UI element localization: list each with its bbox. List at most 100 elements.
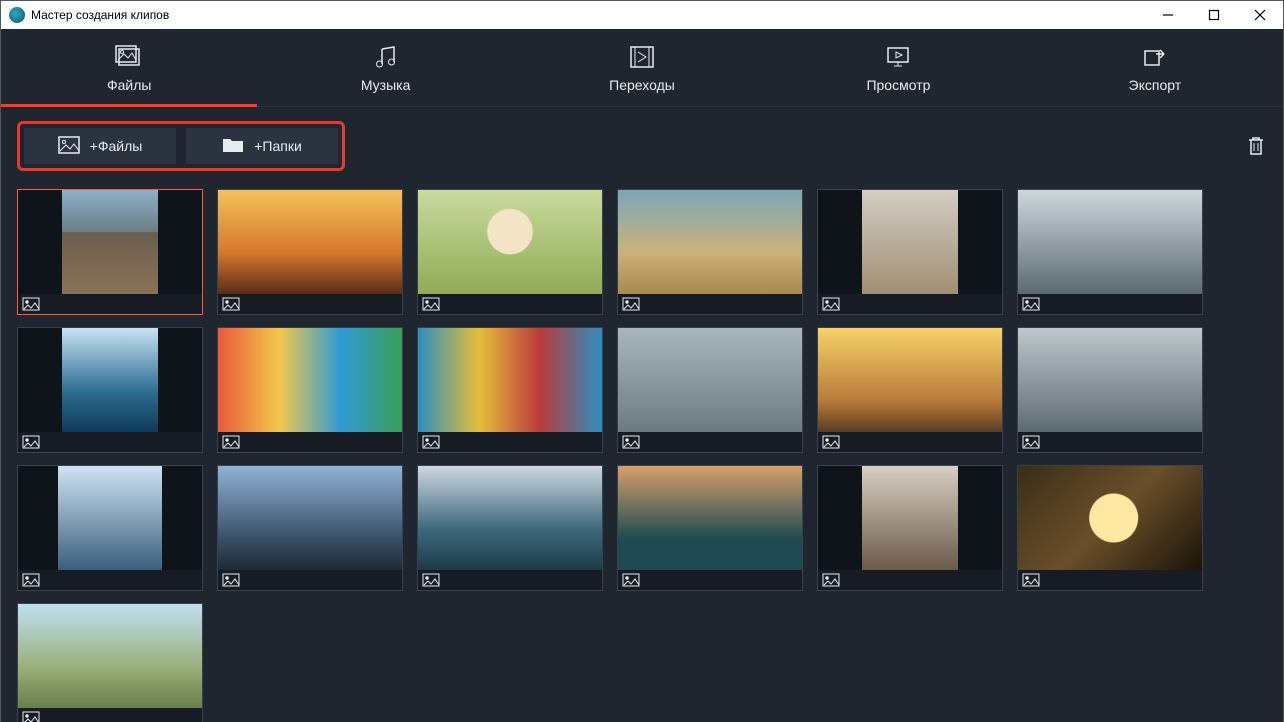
- thumbnail-footer: [618, 294, 802, 314]
- thumbnail[interactable]: [17, 603, 203, 722]
- thumbnail-image: [818, 328, 1002, 432]
- thumbnail-image: [218, 190, 402, 294]
- thumbnail[interactable]: [617, 189, 803, 315]
- app-window: Мастер создания клипов Файлы Му: [0, 0, 1284, 722]
- thumbnail[interactable]: [17, 465, 203, 591]
- folder-icon: [222, 136, 244, 157]
- thumbnail[interactable]: [417, 327, 603, 453]
- thumbnail[interactable]: [817, 465, 1003, 591]
- thumbnail-image: [1018, 466, 1202, 570]
- thumbnail-footer: [18, 294, 202, 314]
- image-type-icon: [222, 573, 240, 587]
- thumbnail[interactable]: [817, 327, 1003, 453]
- tab-label: Переходы: [609, 77, 675, 93]
- music-icon: [370, 43, 402, 71]
- image-type-icon: [622, 573, 640, 587]
- thumbnail[interactable]: [617, 465, 803, 591]
- image-icon: [58, 136, 80, 157]
- thumbnails-scroll[interactable]: [1, 179, 1283, 722]
- thumbnails-grid: [17, 189, 1267, 722]
- thumbnail-image: [418, 190, 602, 294]
- tab-label: Экспорт: [1129, 77, 1182, 93]
- minimize-button[interactable]: [1145, 1, 1191, 29]
- thumbnail[interactable]: [1017, 189, 1203, 315]
- tab-transitions[interactable]: Переходы: [514, 29, 770, 106]
- thumbnail-footer: [218, 432, 402, 452]
- transitions-icon: [626, 43, 658, 71]
- image-type-icon: [222, 435, 240, 449]
- files-toolbar: +Файлы +Папки: [1, 107, 1283, 179]
- thumbnail-footer: [18, 570, 202, 590]
- thumbnail-image: [1018, 328, 1202, 432]
- add-buttons-group: +Файлы +Папки: [17, 121, 345, 171]
- image-type-icon: [422, 297, 440, 311]
- tab-music[interactable]: Музыка: [257, 29, 513, 106]
- thumbnail[interactable]: [217, 189, 403, 315]
- thumbnail-image: [218, 328, 402, 432]
- thumbnail[interactable]: [1017, 327, 1203, 453]
- delete-button[interactable]: [1245, 134, 1267, 158]
- image-type-icon: [22, 711, 40, 722]
- close-button[interactable]: [1237, 1, 1283, 29]
- thumbnail-image: [418, 466, 602, 570]
- thumbnail-image: [618, 190, 802, 294]
- thumbnail-image: [818, 466, 1002, 570]
- thumbnail[interactable]: [417, 189, 603, 315]
- thumbnail-footer: [1018, 432, 1202, 452]
- thumbnail-image: [1018, 190, 1202, 294]
- tab-files[interactable]: Файлы: [1, 29, 257, 106]
- thumbnail-image: [18, 466, 202, 570]
- thumbnail[interactable]: [17, 189, 203, 315]
- image-type-icon: [22, 573, 40, 587]
- thumbnail-footer: [618, 432, 802, 452]
- thumbnail[interactable]: [417, 465, 603, 591]
- tab-label: Просмотр: [866, 77, 930, 93]
- image-type-icon: [622, 297, 640, 311]
- thumbnail-image: [618, 328, 802, 432]
- thumbnail-image: [18, 328, 202, 432]
- titlebar: Мастер создания клипов: [1, 1, 1283, 29]
- thumbnail-footer: [18, 432, 202, 452]
- image-type-icon: [422, 435, 440, 449]
- thumbnail[interactable]: [1017, 465, 1203, 591]
- image-type-icon: [822, 573, 840, 587]
- thumbnail-footer: [18, 708, 202, 722]
- tab-preview[interactable]: Просмотр: [770, 29, 1026, 106]
- thumbnail-image: [418, 328, 602, 432]
- window-title: Мастер создания клипов: [31, 8, 169, 22]
- image-type-icon: [822, 435, 840, 449]
- thumbnail[interactable]: [817, 189, 1003, 315]
- add-files-button[interactable]: +Файлы: [24, 128, 176, 164]
- thumbnail-footer: [618, 570, 802, 590]
- maximize-button[interactable]: [1191, 1, 1237, 29]
- export-icon: [1139, 43, 1171, 71]
- image-type-icon: [222, 297, 240, 311]
- image-type-icon: [822, 297, 840, 311]
- thumbnail[interactable]: [617, 327, 803, 453]
- thumbnail-footer: [418, 294, 602, 314]
- app-body: Файлы Музыка Переходы Просмотр: [1, 29, 1283, 722]
- add-folder-button[interactable]: +Папки: [186, 128, 338, 164]
- thumbnail[interactable]: [17, 327, 203, 453]
- files-icon: [113, 43, 145, 71]
- image-type-icon: [1022, 435, 1040, 449]
- tab-label: Музыка: [361, 77, 411, 93]
- tab-export[interactable]: Экспорт: [1027, 29, 1283, 106]
- image-type-icon: [622, 435, 640, 449]
- image-type-icon: [1022, 573, 1040, 587]
- thumbnail-footer: [418, 570, 602, 590]
- thumbnail-footer: [1018, 294, 1202, 314]
- preview-icon: [882, 43, 914, 71]
- app-icon: [9, 7, 25, 23]
- thumbnail[interactable]: [217, 465, 403, 591]
- thumbnail-footer: [818, 294, 1002, 314]
- thumbnail-footer: [818, 432, 1002, 452]
- button-label: +Файлы: [90, 138, 143, 154]
- thumbnail-footer: [218, 294, 402, 314]
- thumbnail[interactable]: [217, 327, 403, 453]
- thumbnail-footer: [218, 570, 402, 590]
- image-type-icon: [1022, 297, 1040, 311]
- button-label: +Папки: [254, 138, 302, 154]
- image-type-icon: [22, 435, 40, 449]
- step-tabs: Файлы Музыка Переходы Просмотр: [1, 29, 1283, 107]
